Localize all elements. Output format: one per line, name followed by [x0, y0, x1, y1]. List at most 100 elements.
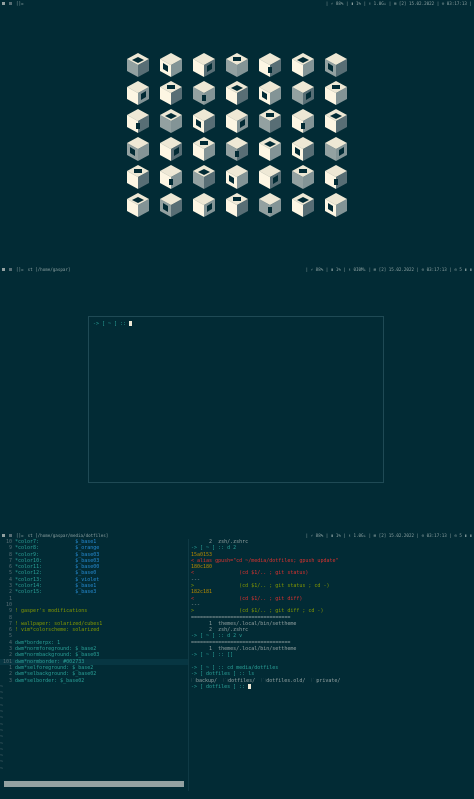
line-key: *color11:	[15, 564, 43, 571]
cube-icon	[160, 137, 182, 161]
screen-floating: -> [ ~ ] ::	[0, 273, 474, 532]
cube-icon	[160, 109, 182, 133]
tag-1[interactable]	[2, 534, 5, 537]
cube-icon	[160, 193, 182, 217]
line-key: dwm*selbackground: $_base02	[15, 671, 97, 678]
line-key: dwm*borderpx: 1	[15, 639, 61, 646]
system-status: | ⚡ 88% | ▮ 1% | ⬇ 0I0M↓ | ⊞ [2] 15.02.2…	[305, 267, 472, 272]
line-key: *color10:	[15, 557, 43, 564]
layout-indicator[interactable]: []=	[16, 266, 24, 273]
tag-2[interactable]	[9, 268, 12, 271]
cursor	[129, 321, 133, 326]
status-bar-top: []= | ⚡ 88% | ▮ 1% | ⬇ 1.0G↓ | ⊞ [2] 15.…	[0, 0, 474, 7]
cube-icon	[193, 165, 215, 189]
cube-icon	[325, 137, 347, 161]
line-key: *color15:	[15, 589, 43, 596]
line-key: dwm*normborder: #002733	[15, 658, 85, 665]
line-key: dwm*normforeground: $_base2	[15, 646, 97, 653]
cube-icon	[160, 81, 182, 105]
line-key: ! wallpaper: solarized/cubes1	[15, 620, 103, 627]
terminal-pane[interactable]: 2 zsh/.zshrc -> [ ~ ] :: d 2 15a0153 < alia…	[191, 539, 474, 791]
cube-icon	[325, 53, 347, 77]
line-value: $_base1	[75, 583, 97, 590]
cube-icon	[259, 109, 281, 133]
screen-split: 10 *color7: $_base1 9 *color8: $_orange 8 *co…	[0, 539, 474, 799]
tag-1[interactable]	[2, 2, 5, 5]
tag-2[interactable]	[9, 534, 12, 537]
line-key: dwm*selborder: $_base02	[15, 677, 85, 684]
empty-line-marker: ~	[0, 765, 4, 772]
cube-icon	[226, 109, 248, 133]
cube-icon	[259, 193, 281, 217]
cube-icon	[292, 109, 314, 133]
vim-statusline	[4, 781, 184, 787]
pane-divider[interactable]	[188, 539, 189, 791]
cube-icon	[226, 53, 248, 77]
vim-editor[interactable]: 10 *color7: $_base1 9 *color8: $_orange 8 *co…	[0, 539, 188, 791]
cube-icon	[259, 165, 281, 189]
line-key: dwm*normbackground: $_base03	[15, 652, 100, 659]
line-value: $_base03	[75, 551, 100, 558]
line-value: $_orange	[75, 545, 100, 552]
layout-indicator[interactable]: []=	[16, 0, 24, 7]
desktop-wallpaper	[0, 7, 474, 266]
floating-terminal[interactable]: -> [ ~ ] ::	[88, 316, 384, 483]
cube-icon	[193, 81, 215, 105]
system-status: | ⚡ 88% | ▮ 1% | ⬇ 1.0G↓ | ⊞ [2] 15.02.2…	[325, 1, 472, 6]
line-key: dwm*selforeground: $_base2	[15, 664, 94, 671]
cube-icon	[259, 137, 281, 161]
cube-icon	[292, 193, 314, 217]
system-status: | ⚡ 88% | ▮ 1% | ⬇ 1.0G↓ | ⊞ [2] 15.02.2…	[305, 533, 472, 538]
cube-icon	[259, 81, 281, 105]
shell-prompt[interactable]: -> [ ~ ] ::	[93, 321, 133, 327]
line-key: ! gasper's modifications	[15, 608, 88, 615]
cube-icon	[226, 193, 248, 217]
prompt-text: -> [ ~ ] ::	[93, 321, 130, 327]
line-value: $_base00	[75, 564, 100, 571]
line-key: *color14:	[15, 583, 43, 590]
line-key: *color9:	[15, 551, 40, 558]
line-key: *color12:	[15, 570, 43, 577]
line-number: 3	[8, 677, 12, 684]
cursor	[248, 683, 252, 689]
cube-icon	[193, 137, 215, 161]
cube-icon	[127, 137, 149, 161]
cube-icon	[292, 53, 314, 77]
cube-icon	[127, 53, 149, 77]
line-value: $_base3	[75, 589, 97, 596]
cube-icon	[226, 137, 248, 161]
terminal-line: -> [ dotfiles ] ::	[191, 683, 474, 690]
cube-icon	[127, 109, 149, 133]
cube-icon	[193, 193, 215, 217]
cube-icon	[292, 137, 314, 161]
window-title: st [/home/gaspar/media/dotfiles]	[27, 533, 109, 538]
cube-icon	[160, 53, 182, 77]
cube-grid	[124, 51, 350, 219]
cube-icon	[259, 53, 281, 77]
cube-icon	[292, 81, 314, 105]
line-value: $_base03	[75, 557, 100, 564]
cube-icon	[226, 165, 248, 189]
status-bar-third: []= st [/home/gaspar/media/dotfiles] | ⚡…	[0, 532, 474, 539]
cube-icon	[127, 193, 149, 217]
line-key: *color13:	[15, 576, 43, 583]
line-key: ! vim*colorscheme: solarized	[15, 627, 100, 634]
cube-icon	[292, 165, 314, 189]
cube-icon	[127, 165, 149, 189]
cube-icon	[193, 53, 215, 77]
cube-icon	[325, 109, 347, 133]
window-title: st [/home/gaspar]	[27, 267, 71, 272]
cube-icon	[325, 81, 347, 105]
status-bar-second: []= st [/home/gaspar] | ⚡ 88% | ▮ 1% | ⬇…	[0, 266, 474, 273]
cube-icon	[193, 109, 215, 133]
line-value: $_base0	[75, 570, 97, 577]
line-value: $_violet	[75, 576, 100, 583]
line-key: *color7:	[15, 539, 40, 545]
tag-2[interactable]	[9, 2, 12, 5]
line-value: $_base1	[75, 539, 97, 545]
cube-icon	[160, 165, 182, 189]
tag-1[interactable]	[2, 268, 5, 271]
cube-icon	[325, 193, 347, 217]
layout-indicator[interactable]: []=	[16, 532, 24, 539]
cube-icon	[325, 165, 347, 189]
